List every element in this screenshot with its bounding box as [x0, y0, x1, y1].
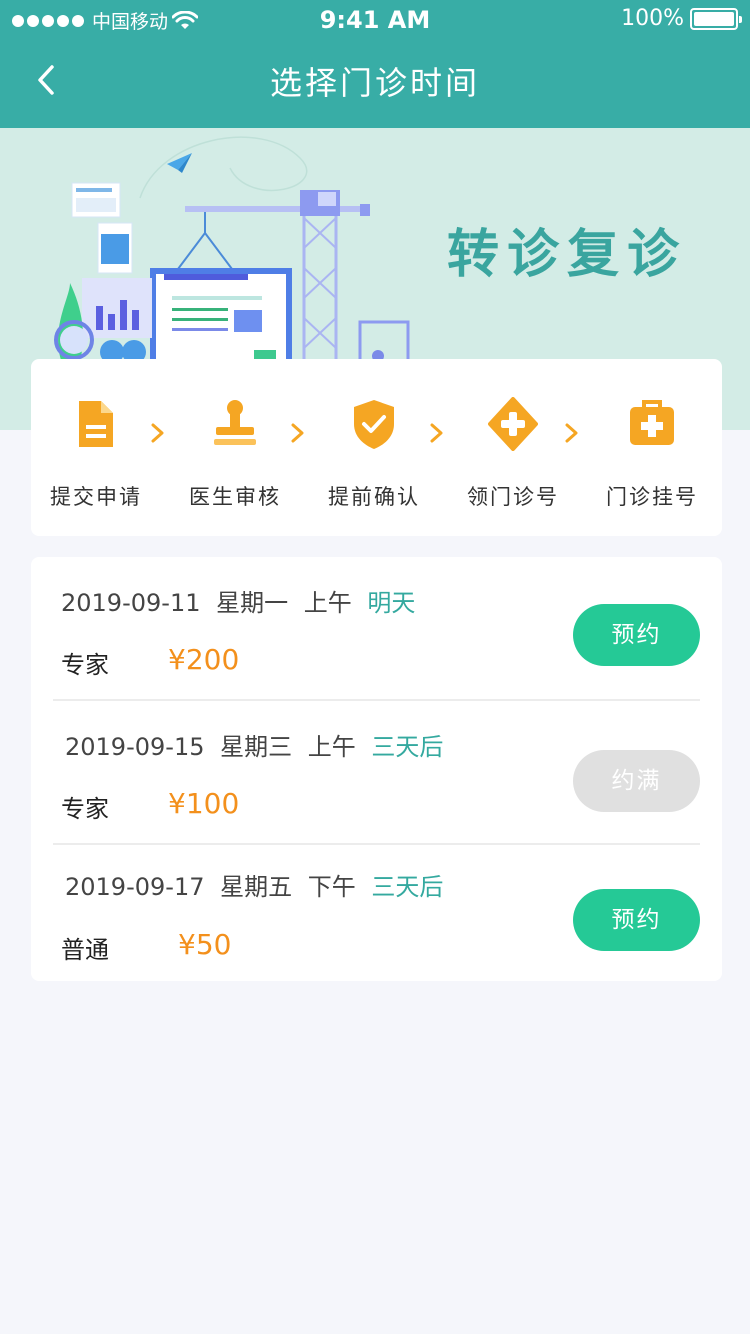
book-button[interactable]: 预约: [573, 889, 700, 951]
slot-period: 上午: [307, 733, 356, 761]
status-right: 100%: [621, 6, 742, 31]
chevron-right-icon: [565, 423, 578, 443]
slot-date: 2019-09-17: [65, 873, 205, 901]
slot-relative-day: 三天后: [371, 733, 444, 761]
slot-weekday: 星期一: [216, 589, 289, 617]
slot-relative-day: 三天后: [371, 873, 444, 901]
step-advance-confirm: 提前确认: [309, 359, 439, 536]
slot-date: 2019-09-15: [65, 733, 205, 761]
slot-period: 上午: [303, 589, 352, 617]
slot-datetime: 2019-09-11 星期一 上午 明天: [61, 583, 423, 618]
chevron-right-icon: [291, 423, 304, 443]
process-steps-card: 提交申请 医生审核 提前确认 领门诊号 门诊挂号: [31, 359, 722, 536]
slot-datetime: 2019-09-15 星期三 上午 三天后: [65, 727, 451, 762]
battery-icon: [690, 7, 742, 30]
slot-price: ¥100: [168, 787, 240, 820]
document-icon: [79, 401, 113, 447]
chevron-right-icon: [430, 423, 443, 443]
list-item: 2019-09-11 星期一 上午 明天 专家 ¥200 预约: [31, 557, 722, 701]
step-label: 领门诊号: [467, 485, 559, 509]
step-label: 提前确认: [328, 485, 420, 509]
list-item: 2019-09-17 星期五 下午 三天后 普通 ¥50 预约: [31, 845, 722, 989]
list-item: 2019-09-15 星期三 上午 三天后 专家 ¥100 约满: [31, 701, 722, 845]
fully-booked-button[interactable]: 约满: [573, 750, 700, 812]
step-submit-application: 提交申请: [31, 359, 161, 536]
step-label: 门诊挂号: [606, 485, 698, 509]
chevron-right-icon: [151, 423, 164, 443]
page-title: 选择门诊时间: [269, 64, 480, 102]
status-bar: 中国移动 9:41 AM 100%: [0, 0, 750, 40]
step-label: 医生审核: [189, 485, 281, 509]
stamp-icon: [214, 400, 256, 445]
plus-diamond-icon: [488, 397, 538, 451]
step-doctor-review: 医生审核: [170, 359, 300, 536]
slot-period: 下午: [307, 873, 356, 901]
slot-doctor-type: 专家: [61, 651, 109, 679]
step-label: 提交申请: [50, 485, 142, 509]
slot-doctor-type: 普通: [61, 936, 109, 964]
schedule-list: 2019-09-11 星期一 上午 明天 专家 ¥200 预约 2019-09-…: [31, 557, 722, 981]
slot-doctor-type: 专家: [61, 795, 109, 823]
step-get-number: 领门诊号: [448, 359, 578, 536]
slot-relative-day: 明天: [367, 589, 416, 617]
slot-weekday: 星期五: [220, 873, 293, 901]
shield-check-icon: [354, 400, 394, 449]
slot-date: 2019-09-11: [61, 589, 201, 617]
medical-kit-icon: [630, 400, 674, 445]
header: 中国移动 9:41 AM 100% 选择门诊时间: [0, 0, 750, 128]
slot-price: ¥50: [178, 928, 232, 961]
slot-datetime: 2019-09-17 星期五 下午 三天后: [65, 867, 451, 902]
slot-weekday: 星期三: [220, 733, 293, 761]
book-button[interactable]: 预约: [573, 604, 700, 666]
banner-slogan: 转诊复诊: [447, 225, 688, 285]
slot-price: ¥200: [168, 643, 240, 676]
step-clinic-register: 门诊挂号: [587, 359, 717, 536]
battery-percent: 100%: [621, 6, 684, 31]
